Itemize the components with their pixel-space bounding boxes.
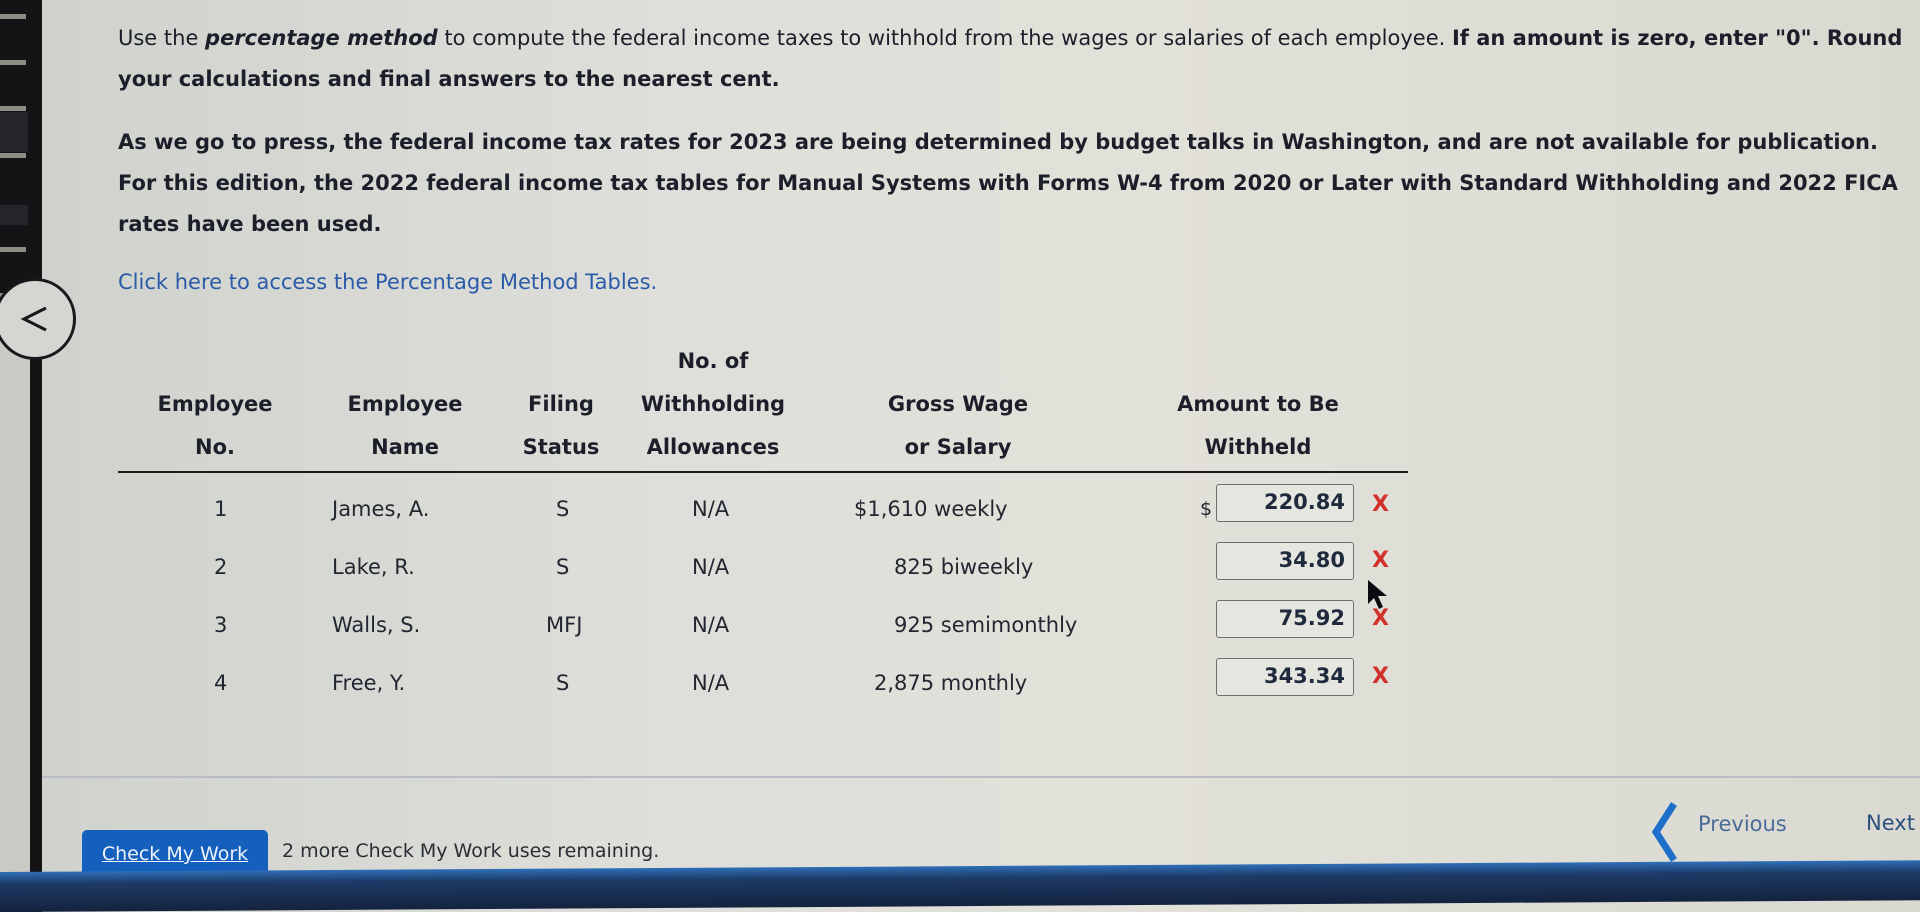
instructions-emphasis: percentage method <box>205 26 438 50</box>
sidebar-item-block <box>0 112 28 152</box>
gross-wage: 2,875 monthly <box>874 671 1028 695</box>
header-line: No. of <box>677 349 749 373</box>
allowances: N/A <box>692 613 730 637</box>
header-line: Allowances <box>646 435 780 459</box>
header-employee-name: Employee Name <box>340 383 470 469</box>
header-line: Withholding <box>640 392 786 416</box>
amount-input[interactable]: 220.84 <box>1216 484 1354 522</box>
sidebar-item-block <box>0 205 28 225</box>
employee-name: Walls, S. <box>332 613 421 637</box>
amount-input[interactable]: 75.92 <box>1216 600 1354 638</box>
allowances: N/A <box>692 671 730 695</box>
employee-no: 3 <box>214 613 228 637</box>
incorrect-icon: X <box>1372 606 1389 631</box>
gross-wage: 925 semimonthly <box>894 613 1078 637</box>
employee-no: 1 <box>214 497 228 521</box>
previous-button[interactable]: Previous <box>1648 800 1787 864</box>
employee-name: James, A. <box>332 497 430 521</box>
header-line: Name <box>371 435 439 459</box>
header-line: Status <box>522 435 600 459</box>
bottom-bar <box>0 860 1920 912</box>
employee-name: Free, Y. <box>332 671 406 695</box>
header-line: Employee <box>157 392 273 416</box>
allowances: N/A <box>692 555 730 579</box>
chevron-left-icon <box>20 306 47 332</box>
gross-wage: 825 biweekly <box>894 555 1034 579</box>
chevron-left-icon <box>1651 802 1677 862</box>
homework-screen: Use the percentage method to compute the… <box>0 0 1920 912</box>
previous-label: Previous <box>1698 812 1787 836</box>
header-line: Amount to Be <box>1177 392 1339 416</box>
instructions-text: Use the <box>118 26 206 50</box>
sidebar-item-marker[interactable] <box>0 106 26 111</box>
currency-symbol: $ <box>1200 498 1213 520</box>
sidebar-rail <box>0 0 42 912</box>
header-line: Employee <box>347 392 463 416</box>
sidebar-panel <box>0 340 30 900</box>
sidebar-item-marker[interactable] <box>0 60 26 65</box>
footer-divider <box>42 776 1920 778</box>
employee-no: 4 <box>214 671 228 695</box>
sidebar-item-marker[interactable] <box>0 247 26 252</box>
employee-no: 2 <box>214 555 228 579</box>
gross-wage: $1,610 weekly <box>854 497 1008 521</box>
amount-input[interactable]: 343.34 <box>1216 658 1354 696</box>
collapse-sidebar-button[interactable] <box>0 278 76 360</box>
sidebar-item-marker[interactable] <box>0 153 26 158</box>
amount-input[interactable]: 34.80 <box>1216 542 1354 580</box>
header-line: Gross Wage <box>887 392 1029 416</box>
filing-status: MFJ <box>546 613 583 637</box>
header-line: No. <box>195 435 235 459</box>
note-paragraph: As we go to press, the federal income ta… <box>118 130 1898 236</box>
header-line: or Salary <box>904 435 1012 459</box>
employee-name: Lake, R. <box>332 555 415 579</box>
header-gross-wage: Gross Wage or Salary <box>863 383 1053 469</box>
header-line: Filing <box>528 392 594 416</box>
incorrect-icon: X <box>1372 492 1389 517</box>
filing-status: S <box>556 497 570 521</box>
incorrect-icon: X <box>1372 548 1389 573</box>
incorrect-icon: X <box>1372 664 1389 689</box>
instructions-paragraph: Use the percentage method to compute the… <box>118 18 1908 100</box>
header-employee-no: Employee No. <box>150 383 280 469</box>
header-allowances: No. of Withholding Allowances <box>628 340 798 469</box>
sidebar-item-marker[interactable] <box>0 14 26 19</box>
instructions-text: to compute the federal income taxes to w… <box>437 26 1452 50</box>
header-divider <box>118 471 1408 473</box>
remaining-uses-text: 2 more Check My Work uses remaining. <box>282 840 660 862</box>
percentage-tables-link[interactable]: Click here to access the Percentage Meth… <box>118 270 657 294</box>
header-filing-status: Filing Status <box>516 383 606 469</box>
filing-status: S <box>556 555 570 579</box>
header-amount-withheld: Amount to Be Withheld <box>1158 383 1358 469</box>
next-button[interactable]: Next <box>1866 811 1915 835</box>
filing-status: S <box>556 671 570 695</box>
header-line: Withheld <box>1204 435 1312 459</box>
allowances: N/A <box>692 497 730 521</box>
